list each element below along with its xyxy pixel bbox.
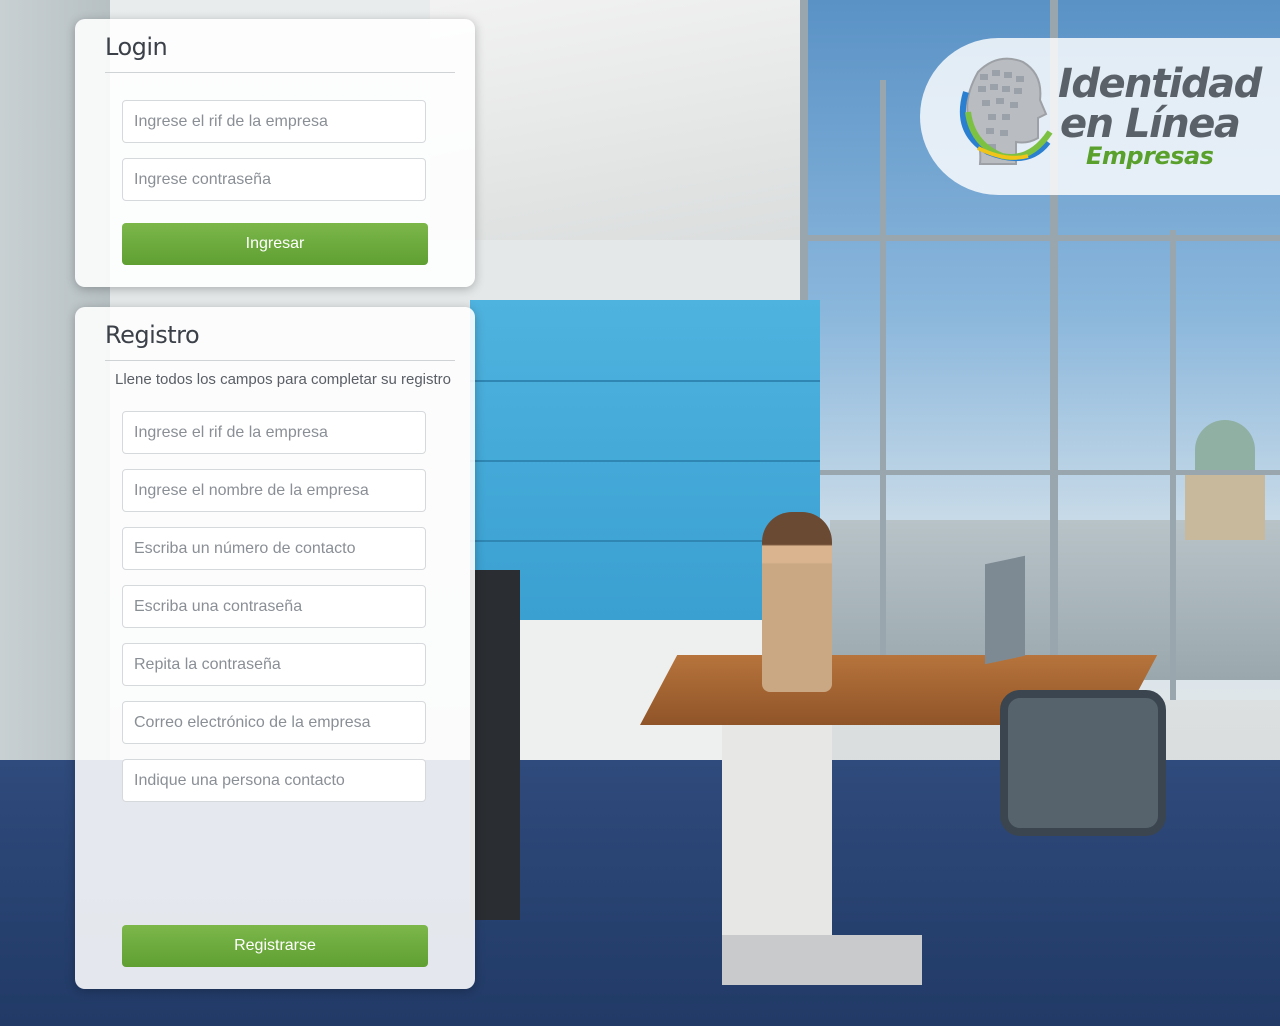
logo-text-line3: Empresas: [1086, 142, 1214, 170]
register-title: Registro: [105, 321, 200, 349]
register-password-input[interactable]: [122, 585, 426, 628]
login-panel: Login Ingresar: [75, 19, 475, 287]
register-company-name-input[interactable]: [122, 469, 426, 512]
register-password-repeat-input[interactable]: [122, 643, 426, 686]
login-button[interactable]: Ingresar: [122, 223, 428, 265]
register-button[interactable]: Registrarse: [122, 925, 428, 967]
logo-text-line2: en Línea: [1060, 101, 1241, 147]
register-instructions: Llene todos los campos para completar su…: [115, 371, 452, 388]
register-phone-input[interactable]: [122, 527, 426, 570]
divider: [105, 360, 455, 361]
register-panel: Registro Llene todos los campos para com…: [75, 307, 475, 989]
divider: [105, 72, 455, 73]
register-rif-input[interactable]: [122, 411, 426, 454]
register-contact-person-input[interactable]: [122, 759, 426, 802]
logo-text-line1: Identidad: [1058, 61, 1262, 107]
brand-logo: Identidad en Línea Empresas: [920, 38, 1280, 195]
head-icon: [959, 57, 1053, 165]
login-password-input[interactable]: [122, 158, 426, 201]
login-title: Login: [105, 33, 168, 61]
register-email-input[interactable]: [122, 701, 426, 744]
login-rif-input[interactable]: [122, 100, 426, 143]
